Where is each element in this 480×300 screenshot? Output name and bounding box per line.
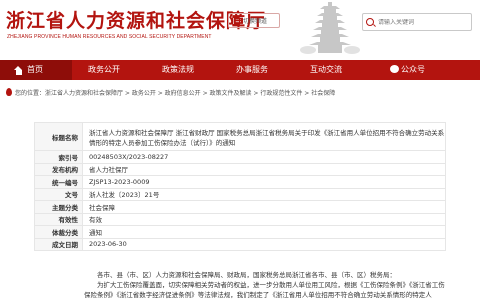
info-value-genre: 通知 (82, 225, 446, 239)
pagoda-icon (300, 2, 360, 54)
nav-item-gov-affairs[interactable]: 政务公开 (88, 60, 120, 80)
info-label: 主题分类 (34, 200, 83, 214)
nav-item-policies[interactable]: 政策法规 (162, 60, 194, 80)
info-label: 统一编号 (34, 175, 83, 189)
breadcrumb: 您的位置：浙江省人力资源和社会保障厅 > 政务公开 > 政府信息公开 > 政策文… (6, 86, 335, 98)
document-paragraph: 为扩大工伤保险覆盖面，切实保障相关劳动者的权益，进一步分散用人单位用工风险，根据… (84, 281, 445, 299)
info-label: 发布机构 (34, 162, 83, 176)
site-logo[interactable]: 浙江省人力资源和社会保障厅 (6, 6, 266, 33)
nav-item-wechat-label: 公众号 (401, 65, 425, 74)
table-row: 有效性 有效 (34, 212, 446, 226)
info-label: 成文日期 (34, 237, 83, 251)
table-row: 体裁分类 通知 (34, 225, 446, 239)
document-salutation: 各市、县（市、区）人力资源和社会保障局、财政局，国家税务总局浙江省各市、县（市、… (97, 271, 396, 279)
switch-icon (232, 16, 240, 25)
info-value-title: 浙江省人力资源和社会保障厅 浙江省财政厅 国家税务总局浙江省税务局关于印发《浙江… (82, 122, 446, 151)
table-row: 统一编号 ZJSP13-2023-0009 (34, 175, 446, 189)
main-nav: 首页 政务公开 政策法规 办事服务 互动交流 公众号 (0, 60, 480, 80)
home-icon (14, 65, 23, 75)
wechat-icon (390, 65, 399, 73)
switch-channel-label: 切换频道 (243, 18, 268, 25)
site-header: 浙江省人力资源和社会保障厅 ZHEJIANG PROVINCE HUMAN RE… (0, 0, 480, 56)
info-label: 标题名称 (34, 122, 83, 151)
switch-channel-button[interactable]: 切换频道 (228, 13, 280, 28)
table-row: 成文日期 2023-06-30 (34, 237, 446, 251)
info-value-validity: 有效 (82, 212, 446, 226)
info-label: 有效性 (34, 212, 83, 226)
nav-item-interaction[interactable]: 互动交流 (310, 60, 342, 80)
nav-item-home-label: 首页 (27, 65, 43, 74)
info-value-doc-number: 浙人社发〔2023〕21号 (82, 187, 446, 201)
location-pin-icon (6, 88, 12, 96)
nav-item-wechat[interactable]: 公众号 (390, 60, 425, 80)
table-row: 标题名称 浙江省人力资源和社会保障厅 浙江省财政厅 国家税务总局浙江省税务局关于… (34, 122, 446, 151)
info-label: 文号 (34, 187, 83, 201)
table-row: 主题分类 社会保障 (34, 200, 446, 214)
document-body: 各市、县（市、区）人力资源和社会保障局、财政局，国家税务总局浙江省各市、县（市、… (84, 270, 446, 300)
search-icon[interactable] (366, 18, 374, 26)
search-input[interactable] (378, 18, 470, 26)
info-label: 体裁分类 (34, 225, 83, 239)
table-row: 发布机构 省人力社保厅 (34, 162, 446, 176)
table-row: 文号 浙人社发〔2023〕21号 (34, 187, 446, 201)
table-row: 索引号 002485​03X/2023-08227 (34, 150, 446, 164)
info-label: 索引号 (34, 150, 83, 164)
info-value-index: 002485​03X/2023-08227 (82, 150, 446, 164)
nav-item-services[interactable]: 办事服务 (236, 60, 268, 80)
info-value-date: 2023-06-30 (82, 237, 446, 251)
breadcrumb-text[interactable]: 您的位置：浙江省人力资源和社会保障厅 > 政务公开 > 政府信息公开 > 政策文… (15, 88, 335, 97)
site-logo-english: ZHEJIANG PROVINCE HUMAN RESOURCES AND SO… (7, 34, 212, 40)
info-value-unified-number: ZJSP13-2023-0009 (82, 175, 446, 189)
search-box[interactable] (362, 13, 472, 31)
info-value-topic: 社会保障 (82, 200, 446, 214)
nav-item-home[interactable]: 首页 (0, 60, 72, 80)
info-value-publisher: 省人力社保厅 (82, 162, 446, 176)
document-info-table: 标题名称 浙江省人力资源和社会保障厅 浙江省财政厅 国家税务总局浙江省税务局关于… (34, 122, 446, 251)
